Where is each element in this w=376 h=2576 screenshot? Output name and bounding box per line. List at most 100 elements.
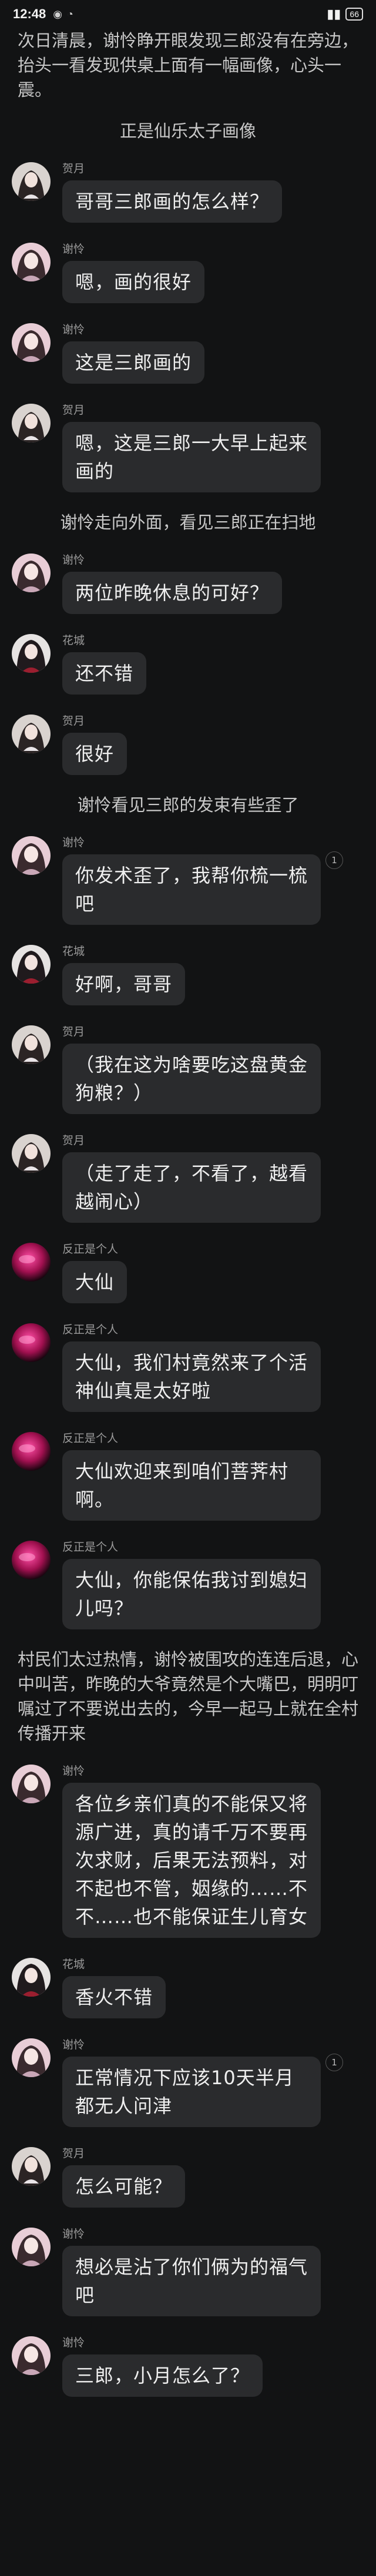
sender-name: 贺月 bbox=[62, 2148, 85, 2160]
message-bubble[interactable]: 怎么可能？ bbox=[62, 2165, 186, 2208]
sender-name: 谢怜 bbox=[62, 2228, 85, 2240]
message-bubble[interactable]: 哥哥三郎画的怎么样？ bbox=[62, 180, 283, 223]
chat-message[interactable]: 谢怜 你发术歪了，我帮你梳一梳吧 1 bbox=[12, 834, 364, 925]
message-bubble[interactable]: 各位乡亲们真的不能保又将源广进，真的请千万不要再次求财，后果无法预料，对不起也不… bbox=[62, 1783, 321, 1938]
chat-message[interactable]: 反正是个人 大仙欢迎来到咱们菩荠村啊。 bbox=[12, 1430, 364, 1521]
sender-name: 花城 bbox=[62, 635, 85, 647]
sender-name: 谢怜 bbox=[62, 2039, 85, 2051]
chat-message[interactable]: 谢怜 正常情况下应该10天半月都无人问津 1 bbox=[12, 2036, 364, 2127]
message-bubble[interactable]: （我在这为啥要吃这盘黄金狗粮？） bbox=[62, 1044, 321, 1114]
message-bubble[interactable]: 你发术歪了，我帮你梳一梳吧 bbox=[62, 854, 321, 925]
chat-message[interactable]: 贺月 怎么可能？ bbox=[12, 2145, 364, 2208]
avatar-xielian[interactable] bbox=[12, 2038, 51, 2077]
message-bubble[interactable]: 大仙，你能保佑我讨到媳妇儿吗？ bbox=[62, 1559, 321, 1629]
avatar-heyue[interactable] bbox=[12, 1134, 51, 1173]
sender-name: 花城 bbox=[62, 945, 85, 958]
status-icons: ◉ ◔ bbox=[53, 8, 73, 21]
avatar-xielian[interactable] bbox=[12, 2336, 51, 2375]
avatar-xielian[interactable] bbox=[12, 554, 51, 592]
avatar-xielian[interactable] bbox=[12, 243, 51, 281]
chat-message[interactable]: 贺月 嗯，这是三郎一大早上起来画的 bbox=[12, 401, 364, 492]
narration-text: 正是仙乐太子画像 bbox=[119, 121, 256, 141]
chat-message[interactable]: 贺月 很好 bbox=[12, 712, 364, 775]
message-bubble[interactable]: 很好 bbox=[62, 733, 127, 775]
sender-name: 谢怜 bbox=[62, 837, 85, 849]
message-bubble[interactable]: （走了走了，不看了，越看越闹心） bbox=[62, 1152, 321, 1223]
avatar-pink[interactable] bbox=[12, 1243, 51, 1282]
narration-text: 谢怜看见三郎的发束有些歪了 bbox=[77, 795, 299, 815]
message-body: 反正是个人 大仙欢迎来到咱们菩荠村啊。 bbox=[62, 1430, 321, 1521]
sender-name: 花城 bbox=[62, 1958, 85, 1971]
message-bubble[interactable]: 两位昨晚休息的可好？ bbox=[62, 572, 283, 614]
message-bubble[interactable]: 这是三郎画的 bbox=[62, 341, 205, 384]
reply-count-badge[interactable]: 1 bbox=[325, 851, 343, 869]
message-bubble[interactable]: 三郎，小月怎么了？ bbox=[62, 2354, 263, 2397]
sender-name: 贺月 bbox=[62, 163, 85, 175]
chat-message[interactable]: 谢怜 嗯，画的很好 bbox=[12, 240, 364, 303]
chat-list[interactable]: 次日清晨，谢怜睁开眼发现三郎没有在旁边，抬头一看发现供桌上面有一幅画像，心头一震… bbox=[0, 28, 376, 2438]
chat-message[interactable]: 花城 还不错 bbox=[12, 632, 364, 695]
sender-name: 谢怜 bbox=[62, 1765, 85, 1777]
sender-name: 谢怜 bbox=[62, 324, 85, 336]
status-bar: 12:48 ◉ ◔ ▮▮ 66 bbox=[0, 0, 376, 28]
chat-message[interactable]: 花城 香火不错 bbox=[12, 1956, 364, 2018]
message-bubble[interactable]: 嗯，画的很好 bbox=[62, 261, 205, 303]
chat-message[interactable]: 谢怜 想必是沾了你们俩为的福气吧 bbox=[12, 2225, 364, 2316]
status-right: ▮▮ 66 bbox=[327, 6, 363, 22]
sender-name: 贺月 bbox=[62, 404, 85, 417]
message-bubble[interactable]: 好啊，哥哥 bbox=[62, 963, 186, 1005]
avatar-huacheng[interactable] bbox=[12, 1958, 51, 1997]
avatar-pink[interactable] bbox=[12, 1541, 51, 1579]
sender-name: 贺月 bbox=[62, 1026, 85, 1038]
message-body: 谢怜 想必是沾了你们俩为的福气吧 bbox=[62, 2225, 321, 2316]
chat-message[interactable]: 谢怜 三郎，小月怎么了？ bbox=[12, 2334, 364, 2397]
message-bubble[interactable]: 嗯，这是三郎一大早上起来画的 bbox=[62, 422, 321, 492]
message-body: 谢怜 两位昨晚休息的可好？ bbox=[62, 551, 283, 614]
chat-message[interactable]: 贺月 （我在这为啥要吃这盘黄金狗粮？） bbox=[12, 1023, 364, 1114]
reply-count-badge[interactable]: 1 bbox=[325, 2054, 343, 2071]
chat-message[interactable]: 花城 好啊，哥哥 bbox=[12, 942, 364, 1005]
chat-message[interactable]: 谢怜 这是三郎画的 bbox=[12, 321, 364, 384]
message-body: 反正是个人 大仙 bbox=[62, 1240, 127, 1303]
narration-text: 村民们太过热情，谢怜被围攻的连连后退，心中叫苦，昨晚的大爷竟然是个大嘴巴，明明叮… bbox=[18, 1649, 359, 1743]
avatar-xielian[interactable] bbox=[12, 323, 51, 362]
message-bubble[interactable]: 还不错 bbox=[62, 652, 147, 695]
message-bubble[interactable]: 正常情况下应该10天半月都无人问津 bbox=[62, 2057, 321, 2127]
chat-message[interactable]: 反正是个人 大仙，你能保佑我讨到媳妇儿吗？ bbox=[12, 1538, 364, 1629]
sender-name: 反正是个人 bbox=[62, 1243, 119, 1256]
sender-name: 谢怜 bbox=[62, 243, 85, 256]
message-bubble[interactable]: 大仙 bbox=[62, 1261, 127, 1303]
message-bubble[interactable]: 想必是沾了你们俩为的福气吧 bbox=[62, 2246, 321, 2316]
avatar-xielian[interactable] bbox=[12, 2228, 51, 2266]
avatar-pink[interactable] bbox=[12, 1323, 51, 1362]
message-body: 贺月 怎么可能？ bbox=[62, 2145, 186, 2208]
notification-icon: ◉ bbox=[53, 8, 62, 20]
chat-message[interactable]: 谢怜 各位乡亲们真的不能保又将源广进，真的请千万不要再次求财，后果无法预料，对不… bbox=[12, 1762, 364, 1938]
message-bubble[interactable]: 香火不错 bbox=[62, 1976, 166, 2018]
chat-message[interactable]: 反正是个人 大仙，我们村竟然来了个活神仙真是太好啦 bbox=[12, 1321, 364, 1412]
chat-message[interactable]: 反正是个人 大仙 bbox=[12, 1240, 364, 1303]
narration-text: 谢怜走向外面，看见三郎正在扫地 bbox=[60, 512, 316, 532]
message-body: 谢怜 嗯，画的很好 bbox=[62, 240, 205, 303]
avatar-heyue[interactable] bbox=[12, 1025, 51, 1064]
message-bubble[interactable]: 大仙欢迎来到咱们菩荠村啊。 bbox=[62, 1450, 321, 1521]
chat-message[interactable]: 贺月 哥哥三郎画的怎么样？ bbox=[12, 160, 364, 223]
message-bubble[interactable]: 大仙，我们村竟然来了个活神仙真是太好啦 bbox=[62, 1341, 321, 1412]
avatar-heyue[interactable] bbox=[12, 715, 51, 753]
avatar-xielian[interactable] bbox=[12, 1765, 51, 1803]
sender-name: 反正是个人 bbox=[62, 1433, 119, 1445]
chat-message[interactable]: 谢怜 两位昨晚休息的可好？ bbox=[12, 551, 364, 614]
sender-name: 反正是个人 bbox=[62, 1541, 119, 1554]
chat-message[interactable]: 贺月 （走了走了，不看了，越看越闹心） bbox=[12, 1132, 364, 1223]
avatar-huacheng[interactable] bbox=[12, 945, 51, 984]
signal-icon: ▮▮ bbox=[327, 6, 341, 21]
message-body: 谢怜 各位乡亲们真的不能保又将源广进，真的请千万不要再次求财，后果无法预料，对不… bbox=[62, 1762, 321, 1938]
avatar-heyue[interactable] bbox=[12, 404, 51, 442]
avatar-pink[interactable] bbox=[12, 1432, 51, 1471]
avatar-huacheng[interactable] bbox=[12, 634, 51, 673]
status-time: 12:48 bbox=[13, 6, 46, 21]
avatar-heyue[interactable] bbox=[12, 2147, 51, 2186]
avatar-xielian[interactable] bbox=[12, 836, 51, 875]
avatar-heyue[interactable] bbox=[12, 162, 51, 201]
narration-text: 次日清晨，谢怜睁开眼发现三郎没有在旁边，抬头一看发现供桌上面有一幅画像，心头一震… bbox=[18, 31, 359, 100]
